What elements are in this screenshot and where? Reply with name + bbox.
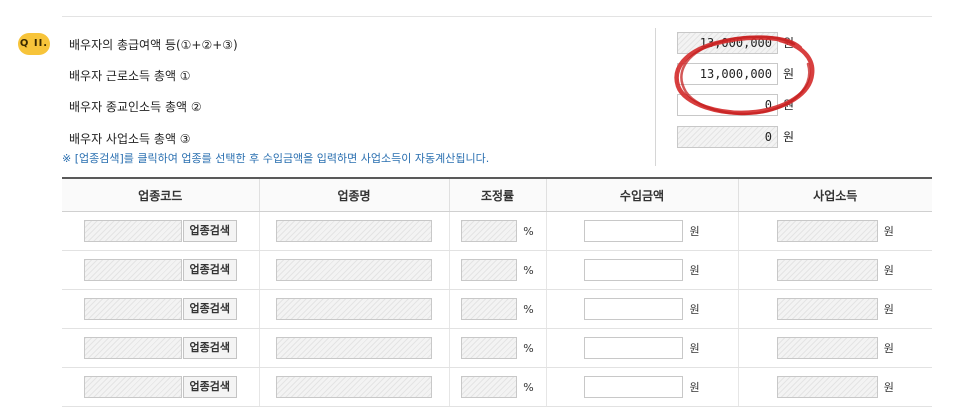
won-unit: 원 <box>689 225 700 238</box>
business-code-field <box>83 220 182 242</box>
religious-income-input[interactable]: 0 <box>677 94 778 116</box>
business-code-field <box>83 376 182 398</box>
revenue-input[interactable] <box>584 337 684 359</box>
business-name-field <box>276 298 432 320</box>
business-name-field <box>276 220 432 242</box>
header-business-code: 업종코드 <box>62 177 259 212</box>
won-unit: 원 <box>883 342 894 355</box>
business-income-result-field <box>776 220 878 242</box>
earned-income-input[interactable]: 13,000,000 <box>677 63 778 85</box>
business-income-result-field <box>776 376 878 398</box>
header-business-name: 업종명 <box>258 177 449 212</box>
header-revenue: 수입금액 <box>545 177 738 212</box>
table-row: 업종검색 % 원 원 <box>62 289 932 329</box>
percent-unit: % <box>523 263 534 277</box>
total-income-unit: 원 <box>783 36 795 50</box>
adjustment-rate-field <box>461 259 518 281</box>
adjustment-rate-field <box>461 298 518 320</box>
won-unit: 원 <box>883 225 894 238</box>
won-unit: 원 <box>883 264 894 277</box>
percent-unit: % <box>523 224 534 238</box>
business-search-button[interactable]: 업종검색 <box>182 337 237 359</box>
business-code-field <box>83 259 182 281</box>
business-search-button[interactable]: 업종검색 <box>182 220 237 242</box>
earned-income-unit: 원 <box>783 67 795 81</box>
won-unit: 원 <box>883 381 894 394</box>
earned-income-label: 배우자 근로소득 총액 ① <box>69 69 191 83</box>
total-income-label: 배우자의 총급여액 등(①+②+③) <box>69 38 238 52</box>
adjustment-rate-field <box>461 220 518 242</box>
business-name-field <box>276 337 432 359</box>
percent-unit: % <box>523 302 534 316</box>
top-divider <box>62 16 932 17</box>
table-header-row: 업종코드 업종명 조정률 수입금액 사업소득 <box>62 177 932 212</box>
business-income-unit: 원 <box>783 130 795 144</box>
business-income-result-field <box>776 337 878 359</box>
percent-unit: % <box>523 341 534 355</box>
business-income-result-field <box>776 298 878 320</box>
table-row: 업종검색 % 원 원 <box>62 250 932 290</box>
revenue-input[interactable] <box>584 298 684 320</box>
religious-income-label: 배우자 종교인소득 총액 ② <box>69 100 202 114</box>
revenue-input[interactable] <box>584 220 684 242</box>
business-name-field <box>276 376 432 398</box>
business-type-table: 업종코드 업종명 조정률 수입금액 사업소득 업종검색 % 원 원 업종검색 %… <box>62 177 932 407</box>
revenue-input[interactable] <box>584 259 684 281</box>
business-code-field <box>83 337 182 359</box>
won-unit: 원 <box>689 381 700 394</box>
header-business-income: 사업소득 <box>737 177 932 212</box>
religious-income-unit: 원 <box>783 98 795 112</box>
revenue-input[interactable] <box>584 376 684 398</box>
adjustment-rate-field <box>461 376 518 398</box>
instruction-note: ※ [업종검색]를 클릭하여 업종를 선택한 후 수입금액을 입력하면 사업소득… <box>62 152 490 165</box>
business-income-result-field <box>776 259 878 281</box>
table-row: 업종검색 % 원 원 <box>62 211 932 251</box>
won-unit: 원 <box>689 342 700 355</box>
won-unit: 원 <box>689 303 700 316</box>
percent-unit: % <box>523 380 534 394</box>
won-unit: 원 <box>689 264 700 277</box>
total-income-field: 13,000,000 <box>677 32 778 54</box>
question-badge: Q II. <box>18 33 50 55</box>
business-code-field <box>83 298 182 320</box>
vertical-divider <box>655 28 656 166</box>
business-income-label: 배우자 사업소득 총액 ③ <box>69 132 191 146</box>
business-search-button[interactable]: 업종검색 <box>182 259 237 281</box>
business-income-field: 0 <box>677 126 778 148</box>
table-row: 업종검색 % 원 원 <box>62 367 932 407</box>
business-search-button[interactable]: 업종검색 <box>182 298 237 320</box>
header-adjustment-rate: 조정률 <box>448 177 546 212</box>
table-row: 업종검색 % 원 원 <box>62 328 932 368</box>
business-name-field <box>276 259 432 281</box>
business-search-button[interactable]: 업종검색 <box>182 376 237 398</box>
won-unit: 원 <box>883 303 894 316</box>
adjustment-rate-field <box>461 337 518 359</box>
